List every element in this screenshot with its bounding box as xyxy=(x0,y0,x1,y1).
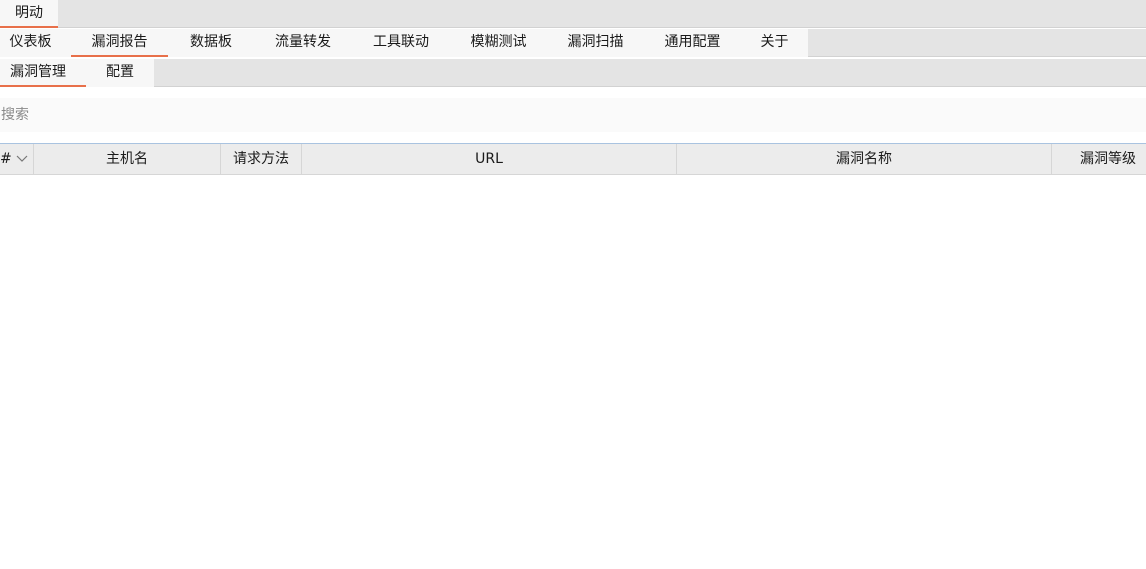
tab-label: 流量转发 xyxy=(275,34,331,50)
tab-mingdong[interactable]: 明动 xyxy=(0,0,58,28)
column-label: 漏洞名称 xyxy=(836,151,892,167)
tab-label: 漏洞扫描 xyxy=(567,34,624,50)
chevron-down-icon xyxy=(16,144,28,174)
search-input[interactable] xyxy=(0,98,1146,132)
tab-label: 数据板 xyxy=(190,34,232,50)
column-header-url[interactable]: URL xyxy=(302,144,677,174)
tab-label: 漏洞报告 xyxy=(91,34,148,50)
tab-label: 通用配置 xyxy=(664,34,721,50)
column-label: 请求方法 xyxy=(233,151,289,167)
tab-about[interactable]: 关于 xyxy=(741,29,808,57)
tab-label: 关于 xyxy=(760,34,789,50)
tab-traffic-forward[interactable]: 流量转发 xyxy=(254,29,352,57)
tab-tool-linkage[interactable]: 工具联动 xyxy=(352,29,450,57)
tab-dashboard[interactable]: 仪表板 xyxy=(0,29,71,57)
tab-vuln-scan[interactable]: 漏洞扫描 xyxy=(547,29,644,57)
tab-fuzz-test[interactable]: 模糊测试 xyxy=(450,29,547,57)
tab-vuln-report[interactable]: 漏洞报告 xyxy=(71,29,168,57)
tab-label: 配置 xyxy=(106,64,134,80)
column-label: # xyxy=(0,151,12,167)
table-body[interactable] xyxy=(0,175,1146,569)
tab-label: 明动 xyxy=(15,5,43,21)
column-label: 主机名 xyxy=(106,151,148,167)
tab-vuln-management[interactable]: 漏洞管理 xyxy=(0,59,86,87)
tab-general-config[interactable]: 通用配置 xyxy=(644,29,741,57)
column-label: URL xyxy=(475,151,503,167)
sub-tab-bar: 漏洞管理 配置 xyxy=(0,59,1146,87)
tab-label: 漏洞管理 xyxy=(10,64,66,80)
top-tab-bar: 明动 xyxy=(0,0,1146,28)
tab-config[interactable]: 配置 xyxy=(86,59,154,87)
column-header-vuln-name[interactable]: 漏洞名称 xyxy=(677,144,1052,174)
table-header: # 主机名 请求方法 URL 漏洞名称 漏洞等级 xyxy=(0,143,1146,175)
column-header-vuln-level[interactable]: 漏洞等级 xyxy=(1052,144,1146,174)
column-label: 漏洞等级 xyxy=(1080,151,1136,167)
column-header-method[interactable]: 请求方法 xyxy=(221,144,302,174)
main-tab-bar: 仪表板 漏洞报告 数据板 流量转发 工具联动 模糊测试 漏洞扫描 通用配置 关于 xyxy=(0,29,1146,57)
search-bar xyxy=(0,98,1146,132)
tab-label: 仪表板 xyxy=(9,34,52,50)
tab-label: 工具联动 xyxy=(373,34,429,50)
column-header-index[interactable]: # xyxy=(0,144,34,174)
tab-label: 模糊测试 xyxy=(470,34,527,50)
column-header-hostname[interactable]: 主机名 xyxy=(34,144,221,174)
tab-data-board[interactable]: 数据板 xyxy=(168,29,254,57)
